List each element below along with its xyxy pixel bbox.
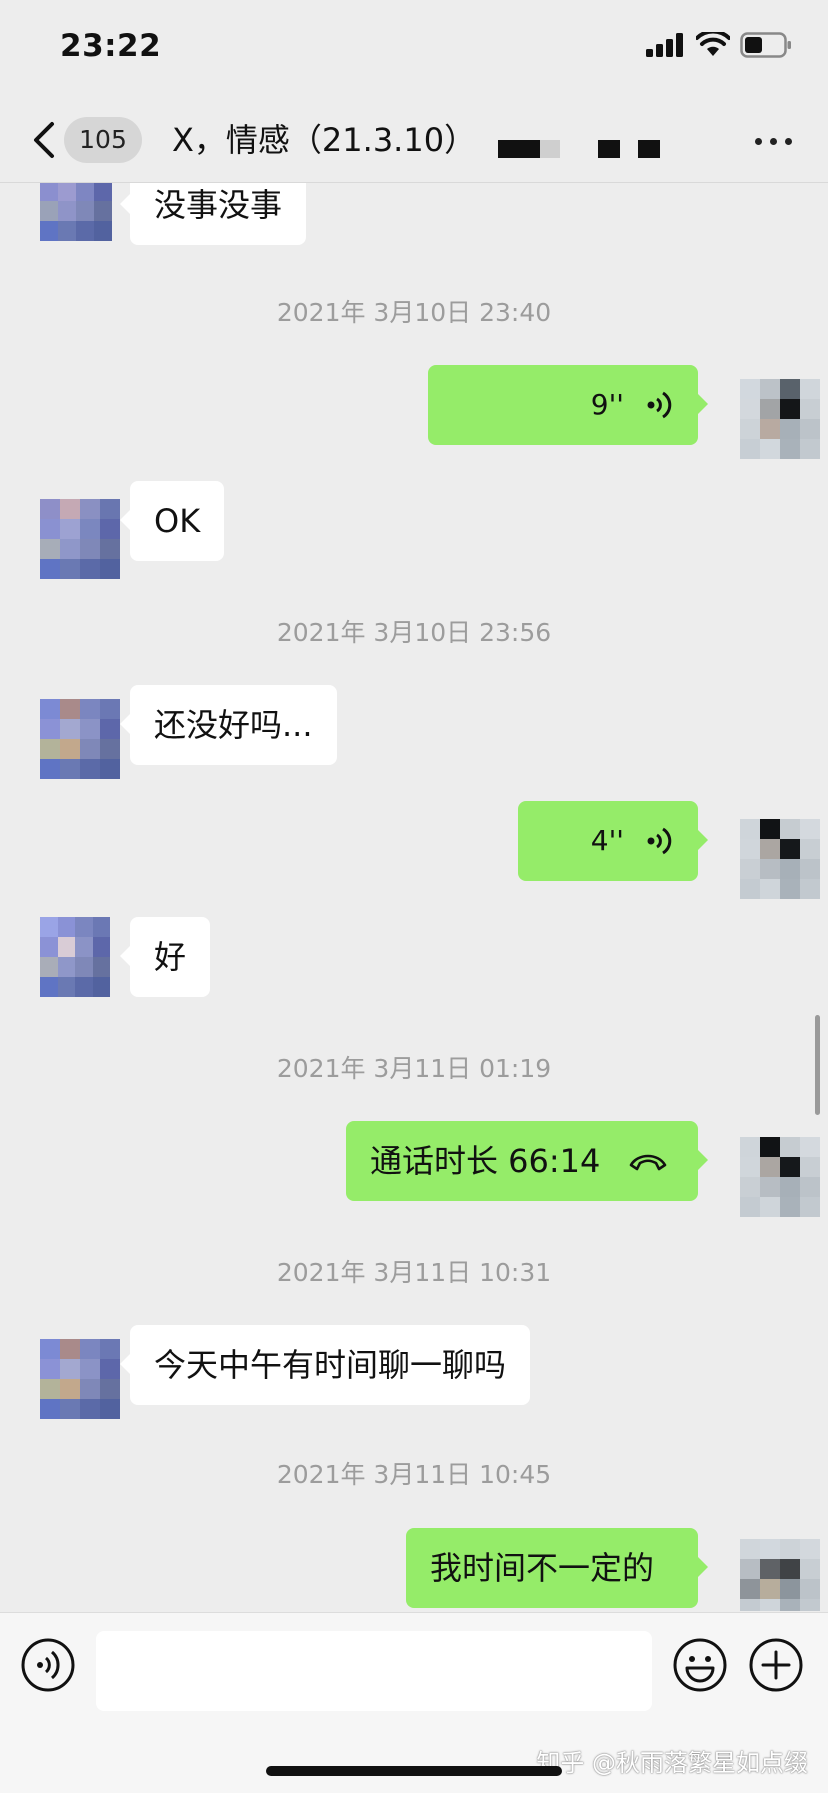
more-icon[interactable] [755, 138, 792, 145]
input-bar: 知乎 @秋雨落繁星如点缀 [0, 1612, 828, 1793]
back-chevron-icon[interactable] [26, 118, 62, 162]
signal-icon [646, 33, 683, 57]
avatar-self[interactable] [740, 1539, 820, 1611]
message-bubble-incoming[interactable]: 还没好吗... [120, 685, 337, 765]
timestamp: 2021年 3月10日 23:40 [276, 298, 552, 327]
status-time: 23:22 [60, 28, 162, 64]
message-input[interactable] [96, 1631, 652, 1711]
timestamp: 2021年 3月10日 23:56 [276, 618, 552, 647]
voice-wave-icon [647, 391, 672, 419]
avatar-self[interactable] [740, 1137, 820, 1217]
voice-wave-icon [647, 827, 672, 855]
watermark: 知乎 @秋雨落繁星如点缀 [536, 1749, 808, 1777]
redaction-block [540, 140, 560, 158]
timestamp: 2021年 3月11日 10:45 [276, 1460, 552, 1489]
chat-title: X，情感（21.3.10） [172, 121, 462, 159]
call-record-bubble[interactable]: 通话时长 66:14 [346, 1121, 708, 1201]
avatar[interactable] [40, 917, 110, 997]
status-icons [646, 32, 792, 58]
voice-input-icon[interactable] [20, 1637, 76, 1693]
message-bubble-incoming[interactable]: 今天中午有时间聊一聊吗 [119, 1325, 531, 1405]
avatar[interactable] [40, 499, 120, 579]
status-bar: 23:22 [0, 0, 828, 100]
unread-count-badge[interactable]: 105 [64, 117, 142, 163]
voice-duration: 4'' [590, 824, 624, 857]
voice-duration: 9'' [590, 388, 624, 421]
redaction-block [598, 140, 620, 158]
timestamp: 2021年 3月11日 01:19 [276, 1054, 552, 1083]
avatar[interactable] [40, 183, 112, 241]
redaction-block [498, 140, 540, 158]
redaction-block [638, 140, 660, 158]
call-duration-text: 通话时长 66:14 [370, 1142, 601, 1180]
message-bubble-outgoing[interactable]: 我时间不一定的 [406, 1528, 708, 1608]
chat-header: 105 X，情感（21.3.10） [0, 100, 828, 183]
phone-icon [630, 1154, 667, 1171]
message-bubble-incoming[interactable]: OK [119, 481, 225, 561]
message-bubble-incoming[interactable]: 好 [119, 917, 211, 997]
avatar[interactable] [40, 1339, 120, 1419]
plus-icon[interactable] [748, 1637, 804, 1693]
emoji-icon[interactable] [672, 1637, 728, 1693]
message-list[interactable]: 没事没事 2021年 3月10日 23:40 9'' OK 2021年 3月10… [0, 183, 828, 1611]
voice-message-bubble[interactable]: 9'' [428, 365, 708, 445]
scroll-indicator[interactable] [815, 1015, 820, 1115]
avatar-self[interactable] [740, 819, 820, 899]
message-bubble-incoming[interactable]: 没事没事 [119, 183, 307, 245]
battery-icon [740, 32, 791, 58]
timestamp: 2021年 3月11日 10:31 [276, 1258, 552, 1287]
wifi-icon [696, 32, 730, 56]
avatar[interactable] [40, 699, 120, 779]
home-indicator[interactable] [266, 1766, 562, 1776]
voice-message-bubble[interactable]: 4'' [518, 801, 708, 881]
avatar-self[interactable] [740, 379, 820, 459]
